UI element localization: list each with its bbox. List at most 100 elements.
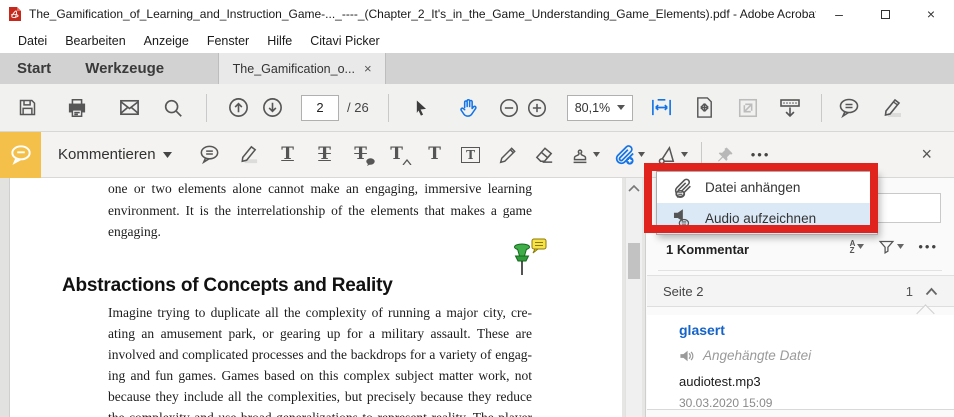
underline-text-button[interactable]: T (276, 143, 300, 167)
panel-options-button[interactable]: ••• (918, 239, 938, 254)
eraser-tool-button[interactable] (533, 143, 557, 167)
menu-anzeige[interactable]: Anzeige (135, 28, 198, 53)
sticky-note-button[interactable] (198, 143, 222, 167)
sort-comments-button[interactable]: AZ (850, 240, 865, 254)
comment-card[interactable]: glasert Angehängte Datei audiotest.mp3 3… (647, 315, 954, 410)
menu-item-label: Datei anhängen (705, 180, 800, 195)
page-group-row[interactable]: Seite 2 1 (647, 275, 954, 307)
comment-tool-button[interactable] (836, 95, 862, 121)
attachment-type-label: Angehängte Datei (703, 348, 811, 363)
close-button[interactable]: × (908, 0, 954, 28)
menu-datei[interactable]: Datei (9, 28, 56, 53)
attach-dropdown-menu: Datei anhängen Audio aufzeichnen (656, 171, 878, 235)
highlight-tool-button[interactable] (879, 95, 905, 121)
menu-item-record-audio[interactable]: Audio aufzeichnen (657, 203, 877, 234)
menu-item-attach-file[interactable]: Datei anhängen (657, 172, 877, 203)
pencil-icon (497, 144, 519, 166)
scroll-mode-button[interactable] (777, 95, 803, 121)
menu-bearbeiten[interactable]: Bearbeiten (56, 28, 134, 53)
menu-citavi-picker[interactable]: Citavi Picker (301, 28, 388, 53)
print-button[interactable] (64, 95, 90, 121)
small-bubble-icon (366, 158, 375, 166)
paperclip-icon (613, 143, 636, 166)
page-group-label: Seite 2 (663, 284, 703, 299)
chevron-down-icon (593, 152, 600, 157)
highlighter-icon (237, 143, 260, 166)
stamp-icon (569, 144, 591, 166)
shapes-icon (656, 143, 679, 166)
previous-page-button[interactable] (225, 95, 251, 121)
stamp-tool-button[interactable] (569, 144, 600, 166)
kommentieren-dropdown[interactable]: Kommentieren (58, 146, 172, 163)
comment-author[interactable]: glasert (679, 322, 725, 338)
hand-tool-button[interactable] (456, 95, 482, 121)
tab-document[interactable]: The_Gamification_o... × (218, 53, 386, 84)
strikethrough-text-button[interactable]: T (313, 143, 337, 167)
zoom-in-button[interactable] (524, 95, 550, 121)
pin-toolbar-button[interactable] (713, 143, 737, 167)
funnel-icon (878, 238, 895, 255)
comment-bubble-white-icon (8, 142, 34, 168)
fit-page-button[interactable] (692, 95, 718, 121)
arrow-down-circle-icon (261, 96, 284, 119)
attachment-annotation[interactable] (511, 238, 547, 283)
tab-werkzeuge[interactable]: Werkzeuge (68, 53, 181, 84)
add-text-icon: T (428, 146, 441, 163)
menu-hilfe[interactable]: Hilfe (258, 28, 301, 53)
zoom-level-dropdown[interactable]: 80,1% (567, 95, 633, 121)
main-toolbar: / 26 80,1% (0, 84, 954, 132)
text-line: the complexity and use broad generalizat… (108, 407, 532, 417)
menu-bar: Datei Bearbeiten Anzeige Fenster Hilfe C… (0, 28, 954, 53)
page-group-count: 1 (906, 284, 913, 299)
menu-item-label: Audio aufzeichnen (705, 211, 816, 226)
next-page-button[interactable] (259, 95, 285, 121)
section-heading: Abstractions of Concepts and Reality (62, 275, 393, 297)
fit-width-button[interactable] (649, 95, 675, 121)
attachment-file-name[interactable]: audiotest.mp3 (679, 374, 761, 389)
maximize-button[interactable] (862, 0, 908, 28)
text-box-icon: T (461, 147, 480, 163)
menu-fenster[interactable]: Fenster (198, 28, 258, 53)
select-tool-button[interactable] (408, 95, 434, 121)
text-box-button[interactable]: T (459, 143, 483, 167)
email-button[interactable] (116, 95, 142, 121)
chevron-down-icon (163, 152, 172, 158)
scroll-up-icon[interactable] (628, 184, 640, 192)
filter-comments-button[interactable] (878, 238, 904, 255)
text-line: ating an amusement park, or gearing up f… (108, 323, 532, 344)
attach-file-button[interactable] (613, 143, 645, 166)
comment-timestamp: 30.03.2020 15:09 (679, 396, 772, 410)
chevron-down-icon (857, 244, 864, 249)
insert-text-button[interactable]: T (385, 143, 409, 167)
text-line: Imagine trying to duplicate all the comp… (108, 302, 532, 323)
sort-az-icon: AZ (850, 240, 856, 254)
search-button[interactable] (160, 95, 186, 121)
replace-text-button[interactable]: T (349, 143, 373, 167)
note-bubble-icon (532, 239, 546, 253)
paragraph-2: Imagine trying to duplicate all the comp… (108, 302, 532, 417)
pin-icon (715, 145, 735, 165)
minimize-button[interactable]: – (816, 0, 862, 28)
shapes-tool-button[interactable] (656, 143, 688, 166)
add-text-button[interactable]: T (423, 143, 447, 167)
document-scrollbar[interactable] (625, 178, 642, 417)
tab-start[interactable]: Start (0, 53, 68, 84)
tab-close-icon[interactable]: × (364, 61, 372, 76)
chevron-down-icon (681, 152, 688, 157)
save-button[interactable] (14, 95, 40, 121)
hand-icon (457, 96, 480, 119)
page-number-input[interactable] (301, 95, 339, 121)
fullscreen-button[interactable] (735, 95, 761, 121)
more-tools-button[interactable]: ••• (749, 143, 773, 167)
text-line: one or two elements alone cannot make an… (108, 181, 532, 203)
comment-bubble-icon (837, 96, 861, 120)
text-line: ing and fun games. Games based on this c… (108, 365, 532, 386)
close-comment-toolbar-button[interactable]: × (921, 144, 932, 165)
draw-tool-button[interactable] (496, 143, 520, 167)
highlight-text-button[interactable] (237, 143, 261, 167)
text-line: because they include all the complexitie… (108, 386, 532, 407)
zoom-out-button[interactable] (496, 95, 522, 121)
collapse-chevron-icon[interactable] (925, 287, 938, 296)
scrollbar-thumb[interactable] (628, 243, 640, 279)
plus-circle-icon (526, 97, 548, 119)
